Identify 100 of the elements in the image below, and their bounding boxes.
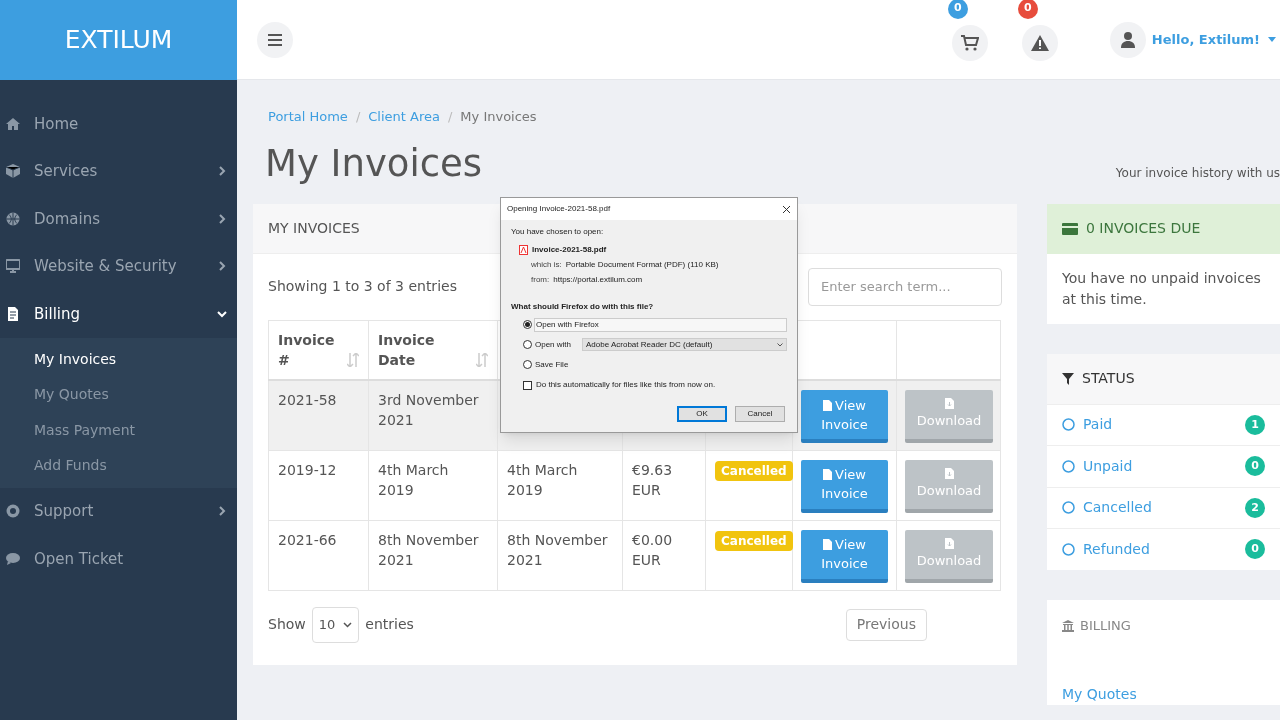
filter-icon: [1062, 372, 1074, 385]
card-title: MY INVOICES: [268, 218, 360, 238]
close-icon: [782, 205, 790, 213]
chevron-right-icon: [217, 166, 227, 177]
field-label: which is:: [531, 259, 562, 271]
table-cell-text: 3rd November 2021: [378, 391, 480, 430]
view-invoice-button[interactable]: View Invoice: [801, 390, 888, 443]
cart-button[interactable]: [951, 24, 988, 61]
sidebar-item[interactable]: Support: [0, 487, 237, 535]
panel-text: You have no unpaid invoices at this time.: [1061, 268, 1262, 309]
status-badge: Cancelled: [715, 460, 793, 481]
close-button[interactable]: [781, 204, 791, 214]
table-cell-text: 2019-12: [278, 460, 338, 480]
table-cell-text: 4th March 2019: [378, 460, 450, 500]
table-cell-text: 4th March 2019: [507, 460, 579, 500]
document-icon: [823, 539, 833, 550]
field-value: https://portal.extilum.com: [553, 274, 643, 286]
sidebar-item[interactable]: Billing: [0, 290, 237, 338]
menu-button[interactable]: [257, 21, 293, 58]
dialog-question: What should Firefox do with this file?: [511, 301, 655, 313]
radio-button[interactable]: [523, 320, 532, 329]
panel-title: BILLING: [1080, 616, 1131, 635]
submenu-item[interactable]: Mass Payment: [0, 412, 237, 448]
count-badge: 2: [1245, 497, 1265, 518]
document-icon: [6, 306, 20, 321]
table-cell-text: 2021-58: [278, 391, 338, 410]
status-filter-item[interactable]: Paid 1: [1047, 403, 1280, 445]
sidebar-item[interactable]: Home: [0, 100, 237, 148]
checkbox[interactable]: [523, 380, 532, 390]
status-badge: Cancelled: [715, 530, 793, 551]
sidebar-item[interactable]: Services: [0, 147, 237, 195]
cube-icon: [6, 164, 20, 179]
user-icon: [1120, 31, 1135, 48]
table-cell-text: 8th November 2021: [507, 530, 609, 570]
search-field[interactable]: Enter search term...: [808, 267, 1002, 306]
circle-icon: [1062, 418, 1075, 432]
chevron-right-icon: [217, 261, 227, 272]
monitor-icon: [6, 259, 20, 274]
status-filter-item[interactable]: Cancelled 2: [1047, 486, 1280, 528]
menu-icon: [268, 33, 282, 46]
home-icon: [6, 116, 20, 131]
dialog-prompt: You have chosen to open:: [511, 226, 605, 238]
option-label[interactable]: Open with: [534, 338, 573, 351]
circle-icon: [1062, 501, 1075, 515]
life-ring-icon: [6, 504, 20, 519]
page-title: My Invoices: [265, 144, 483, 182]
option-label[interactable]: Open with Firefox: [534, 317, 787, 332]
chevron-right-icon: [217, 213, 227, 224]
sidebar-item[interactable]: Open Ticket: [0, 535, 237, 583]
radio-button[interactable]: [523, 360, 532, 369]
view-invoice-button[interactable]: View Invoice: [801, 529, 888, 583]
submenu-item[interactable]: My Invoices: [0, 341, 237, 377]
view-invoice-button[interactable]: View Invoice: [801, 459, 888, 513]
chevron-down-icon: [217, 308, 227, 319]
application-select[interactable]: Adobe Acrobat Reader DC (default): [582, 338, 787, 351]
file-name: Invoice-2021-58.pdf: [532, 244, 607, 256]
chevron-down-icon: [777, 342, 783, 347]
submenu-item[interactable]: Add Funds: [0, 448, 237, 484]
pdf-file-icon: [519, 245, 528, 255]
submenu-item[interactable]: My Quotes: [0, 377, 237, 413]
dialog-button[interactable]: OK: [677, 406, 727, 422]
panel-title: STATUS: [1082, 369, 1135, 388]
status-filter-item[interactable]: Unpaid 0: [1047, 445, 1280, 487]
table-cell-text: €9.63 EUR: [632, 460, 674, 500]
chevron-right-icon: [217, 506, 227, 517]
sidebar-item[interactable]: Website & Security: [0, 242, 237, 290]
credit-card-icon: [1062, 222, 1078, 235]
document-icon: [823, 399, 833, 411]
option-label[interactable]: Save File: [534, 358, 570, 371]
checkbox-label: Do this automatically for files like this from now on.: [536, 379, 716, 391]
dialog-button[interactable]: Cancel: [735, 406, 785, 422]
table-cell-text: €0.00 EUR: [632, 530, 674, 570]
table-cell-text: 2021-66: [278, 530, 338, 550]
globe-icon: [6, 211, 20, 226]
breadcrumb-link[interactable]: Portal Home: [268, 107, 348, 127]
download-file-icon: [944, 398, 954, 410]
breadcrumb-link[interactable]: Client Area: [368, 107, 440, 127]
alert-count-badge: 0: [1017, 0, 1038, 19]
panel-title: 0 INVOICES DUE: [1086, 219, 1201, 238]
count-badge: 0: [1245, 456, 1265, 477]
sidebar-item[interactable]: Domains: [0, 195, 237, 243]
document-icon: [823, 469, 833, 480]
caret-icon: [1268, 37, 1276, 42]
bank-icon: [1062, 619, 1074, 632]
alerts-button[interactable]: [1021, 24, 1058, 61]
breadcrumb-separator: /: [447, 108, 453, 126]
chevron-down-icon: [343, 621, 353, 628]
page-subtitle: Your invoice history with us: [1115, 164, 1280, 182]
page-size-select[interactable]: 10: [311, 606, 360, 643]
warning-icon: [1030, 34, 1049, 51]
radio-button[interactable]: [523, 340, 532, 349]
previous-button[interactable]: Previous: [845, 608, 927, 641]
field-label: from:: [531, 274, 550, 286]
status-filter-item[interactable]: Refunded 0: [1047, 528, 1280, 570]
download-file-icon: [944, 467, 954, 479]
billing-link[interactable]: My Quotes: [1062, 683, 1265, 705]
count-badge: 0: [1245, 539, 1265, 560]
cart-count-badge: 0: [947, 0, 968, 19]
user-menu[interactable]: Hello, Extilum!: [1151, 29, 1276, 50]
show-label: Show: [268, 615, 306, 634]
